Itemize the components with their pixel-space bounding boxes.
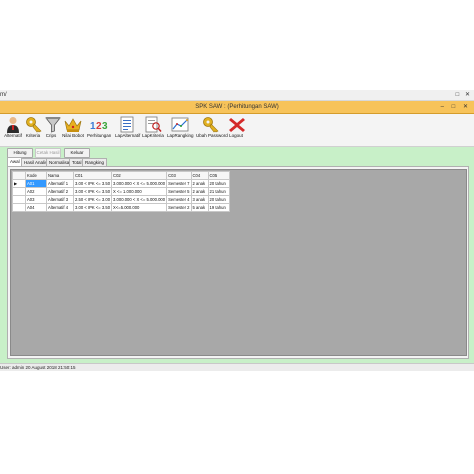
table-cell[interactable]: Semester 2: [166, 203, 192, 212]
report-icon: [120, 116, 134, 133]
table-cell[interactable]: 19 tahun: [207, 203, 230, 212]
table-cell[interactable]: A03: [25, 195, 47, 204]
toolbar-label: Logout: [229, 133, 243, 138]
toolbar-logout-button[interactable]: Logout: [227, 116, 245, 144]
table-cell[interactable]: Alternatif 4: [46, 203, 74, 212]
table-cell[interactable]: 3.00 < IPK <= 3.50: [72, 187, 113, 196]
row-header-corner: [12, 171, 26, 180]
toolbar-label: Alternatif: [4, 133, 22, 138]
table-cell[interactable]: A01: [25, 179, 47, 188]
toolbar-label: Kriteria: [25, 133, 41, 138]
table-cell[interactable]: 2 anak: [190, 187, 209, 196]
column-header[interactable]: C02: [111, 171, 168, 180]
table-cell[interactable]: Semester 7: [166, 179, 192, 188]
toolbar-label: LapRangking: [167, 133, 194, 138]
close-icon: [229, 118, 245, 132]
column-header[interactable]: C04: [190, 171, 209, 180]
toolbar-label: Ubah Password: [196, 133, 228, 138]
data-grid[interactable]: Kode Nama C01 C02 C03 C04 C05 ▶ A01 Alte…: [10, 169, 467, 356]
chart-icon: [171, 117, 189, 132]
toolbar-lapalternatif-button[interactable]: LapAlternatif: [115, 116, 141, 144]
column-header[interactable]: Nama: [46, 171, 74, 180]
tab-rangking[interactable]: Rangking: [82, 158, 108, 166]
table-cell[interactable]: 3 anak: [190, 195, 209, 204]
table-row[interactable]: ▶ A01 Alternatif 1 3.00 < IPK <= 3.50 3.…: [12, 179, 230, 188]
column-header[interactable]: C01: [72, 171, 113, 180]
crown-icon: [64, 118, 82, 132]
row-header[interactable]: [12, 195, 26, 204]
table-cell[interactable]: Alternatif 3: [46, 195, 74, 204]
toolbar-label: LapKriteria: [142, 133, 164, 138]
table-cell[interactable]: 3.00 < IPK <= 3.50: [72, 203, 113, 212]
table-cell[interactable]: 3.00 < IPK <= 3.50: [72, 179, 113, 188]
toolbar-ubah-password-button[interactable]: Ubah Password: [196, 116, 228, 144]
window-title-bar: SPK SAW : (Perhitungan SAW) – □ ✕: [0, 101, 474, 114]
status-text: User: admin 20 August 2018 21:50:15: [0, 365, 76, 370]
table-cell[interactable]: 3.000.000 < X <= 5.000.000: [111, 195, 168, 204]
toolbar-label: Crips: [45, 133, 57, 138]
table-cell[interactable]: A02: [25, 187, 47, 196]
table-cell[interactable]: Semester 4: [166, 195, 192, 204]
cetak-hasil-button[interactable]: Cetak Hasil: [35, 148, 61, 158]
table-cell[interactable]: A04: [25, 203, 47, 212]
menu-left-text: m/: [0, 92, 7, 98]
toolbar-crips-button[interactable]: Crips: [43, 116, 61, 144]
table-cell[interactable]: 20 tahun: [207, 179, 230, 188]
table-row[interactable]: A04 Alternatif 4 3.00 < IPK <= 3.50 X<=5…: [12, 203, 230, 212]
table-cell[interactable]: 5 anak: [190, 203, 209, 212]
row-header[interactable]: [12, 187, 26, 196]
table-row[interactable]: A02 Alternatif 2 3.00 < IPK <= 3.50 X <=…: [12, 187, 230, 196]
toolbar-laprangking-button[interactable]: LapRangking: [167, 116, 194, 144]
funnel-icon: [45, 117, 61, 133]
table-header-row: Kode Nama C01 C02 C03 C04 C05: [12, 171, 230, 180]
keluar-button[interactable]: Keluar: [64, 148, 90, 158]
table-cell[interactable]: 2.50 < IPK <= 3.00: [72, 195, 113, 204]
table-cell[interactable]: Alternatif 1: [46, 179, 74, 188]
table-cell[interactable]: Alternatif 2: [46, 187, 74, 196]
menu-window-controls[interactable]: □ ✕: [456, 90, 472, 100]
toolbar: Alternatif Kriteria Crips Nilai Bobot 1 …: [0, 114, 474, 147]
alternatives-table: Kode Nama C01 C02 C03 C04 C05 ▶ A01 Alte…: [12, 171, 230, 212]
numbers-icon: 1 2 3: [90, 121, 108, 132]
table-cell[interactable]: 20 tahun: [207, 195, 230, 204]
window-controls[interactable]: – □ ✕: [441, 101, 471, 113]
svg-text:3: 3: [102, 121, 108, 132]
toolbar-lapkriteria-button[interactable]: LapKriteria: [142, 116, 164, 144]
status-bar: User: admin 20 August 2018 21:50:15: [0, 363, 474, 371]
report-search-icon: [145, 116, 162, 133]
toolbar-label: Perhitungan: [87, 133, 112, 138]
toolbar-label: Nilai Bobot: [62, 133, 84, 138]
row-pointer[interactable]: ▶: [12, 179, 26, 188]
toolbar-label: LapAlternatif: [115, 133, 141, 138]
table-cell[interactable]: Semester 5: [166, 187, 192, 196]
table-cell[interactable]: X<=5.000.000: [111, 203, 168, 212]
column-header[interactable]: Kode: [25, 171, 47, 180]
tab-panel-awal: Kode Nama C01 C02 C03 C04 C05 ▶ A01 Alte…: [7, 166, 469, 359]
row-header[interactable]: [12, 203, 26, 212]
key-icon: [26, 117, 42, 133]
table-row[interactable]: A03 Alternatif 3 2.50 < IPK <= 3.00 3.00…: [12, 195, 230, 204]
toolbar-perhitungan-button[interactable]: 1 2 3 Perhitungan: [87, 116, 111, 144]
toolbar-alternatif-button[interactable]: Alternatif: [3, 116, 23, 144]
menu-strip: m/ □ ✕: [0, 90, 474, 101]
toolbar-nilai-bobot-button[interactable]: Nilai Bobot: [62, 116, 84, 144]
toolbar-kriteria-button[interactable]: Kriteria: [24, 116, 42, 144]
window-title: SPK SAW : (Perhitungan SAW): [195, 104, 279, 110]
column-header[interactable]: C05: [207, 171, 230, 180]
key-icon: [203, 117, 219, 133]
column-header[interactable]: C03: [166, 171, 192, 180]
table-cell[interactable]: 3.000.000 < X <= 5.000.000: [111, 179, 168, 188]
table-cell[interactable]: 2 anak: [190, 179, 209, 188]
table-cell[interactable]: 21 tahun: [207, 187, 230, 196]
table-cell[interactable]: X <= 1.000.000: [111, 187, 168, 196]
user-icon: [7, 117, 19, 133]
main-content: Hitung Cetak Hasil Keluar Awal Hasil Ana…: [0, 147, 474, 363]
